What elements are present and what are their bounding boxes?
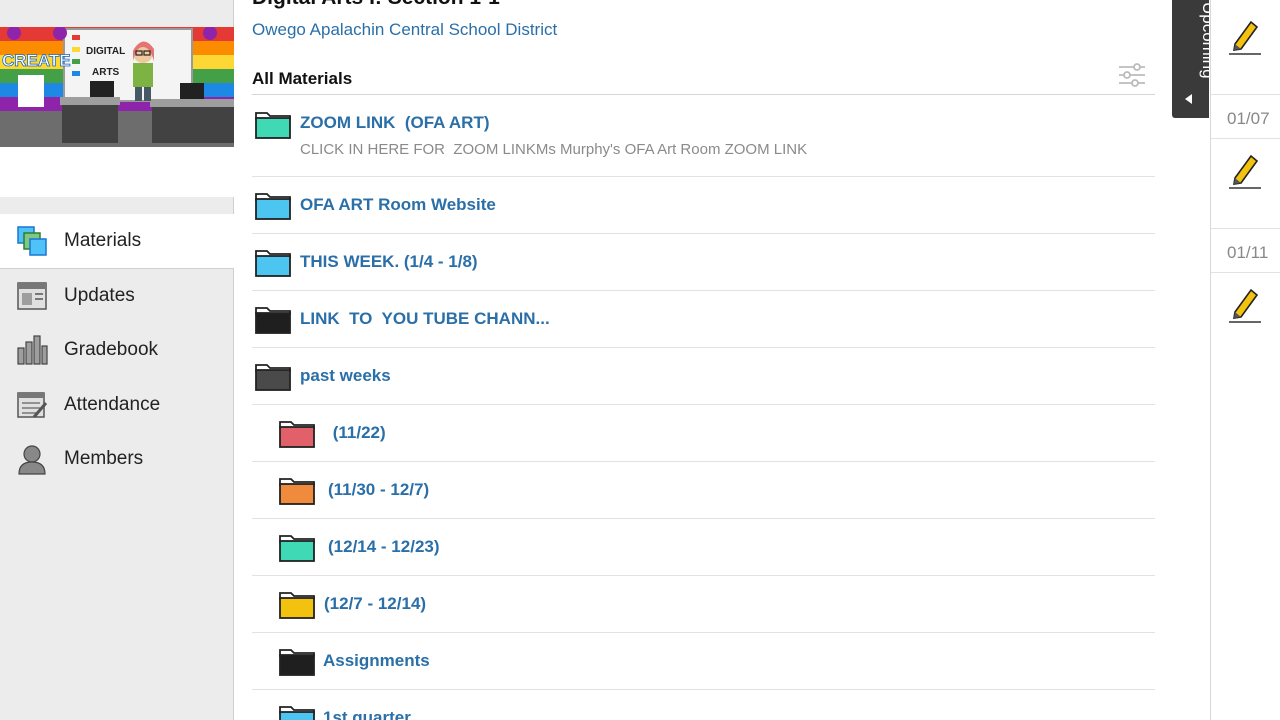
gradebook-icon: [16, 334, 48, 366]
materials-header: All Materials: [252, 63, 1155, 95]
sidebar-item-label: Materials: [64, 229, 142, 251]
upcoming-panel: 01/07 01/11: [1210, 0, 1280, 720]
sidebar-item-label: Members: [64, 448, 144, 470]
upcoming-date: 01/07: [1227, 109, 1270, 128]
material-title[interactable]: past weeks: [300, 366, 391, 386]
materials-list: ZOOM LINK (OFA ART) CLICK IN HERE FOR ZOO…: [252, 95, 1155, 720]
material-item[interactable]: past weeks: [252, 348, 1155, 405]
material-description: CLICK IN HERE FOR ZOOM LINKMs Murphy's O…: [300, 141, 808, 158]
folder-icon: [279, 535, 315, 562]
material-item[interactable]: Assignments: [252, 633, 1155, 690]
sidebar-item-members[interactable]: Members: [0, 432, 234, 487]
material-title[interactable]: 1st quarter: [323, 708, 411, 720]
members-icon: [16, 443, 48, 475]
sidebar-item-label: Attendance: [64, 393, 161, 415]
course-banner-image: CREATE DIGITAL ARTS: [0, 27, 234, 147]
sidebar-item-updates[interactable]: Updates: [0, 269, 234, 324]
divider: [1211, 138, 1280, 139]
banner-spacer: [0, 147, 234, 197]
upcoming-toggle-tab[interactable]: Upcoming: [1172, 0, 1218, 118]
sidebar-item-label: Updates: [64, 284, 135, 306]
material-title[interactable]: (12/14 - 12/23): [328, 537, 440, 557]
banner-arts-text: ARTS: [92, 67, 120, 78]
material-item[interactable]: ZOOM LINK (OFA ART) CLICK IN HERE FOR ZOO…: [252, 95, 1155, 177]
assignment-pencil-icon[interactable]: [1225, 150, 1265, 190]
assignment-pencil-icon[interactable]: [1225, 16, 1265, 56]
main-content: Digital Arts I: Section 1-1 Owego Apalac…: [252, 0, 1155, 720]
updates-icon: [16, 280, 48, 312]
folder-icon: [279, 649, 315, 676]
sidebar-item-gradebook[interactable]: Gradebook: [0, 323, 234, 378]
sidebar-item-label: Gradebook: [64, 339, 159, 361]
divider: [1211, 272, 1280, 273]
folder-icon: [255, 307, 291, 334]
folder-icon: [279, 592, 315, 619]
material-title[interactable]: (12/7 - 12/14): [324, 594, 426, 614]
folder-icon: [255, 364, 291, 391]
school-link[interactable]: Owego Apalachin Central School District: [252, 20, 557, 40]
material-item[interactable]: LINK TO YOU TUBE CHANN...: [252, 291, 1155, 348]
material-item[interactable]: OFA ART Room Website: [252, 177, 1155, 234]
material-title[interactable]: LINK TO YOU TUBE CHANN...: [300, 309, 550, 329]
folder-icon: [255, 112, 291, 139]
sidebar-item-attendance[interactable]: Attendance: [0, 378, 234, 433]
materials-section-title: All Materials: [252, 69, 353, 88]
material-item[interactable]: (12/7 - 12/14): [252, 576, 1155, 633]
chevron-left-icon: [1185, 94, 1192, 104]
material-title[interactable]: OFA ART Room Website: [300, 195, 496, 215]
assignment-pencil-icon[interactable]: [1225, 284, 1265, 324]
filter-sliders-icon: [1119, 63, 1145, 87]
course-nav: Materials Updates Gradebook Attendance M…: [0, 214, 234, 487]
folder-icon: [279, 421, 315, 448]
divider: [1211, 228, 1280, 229]
sidebar: CREATE DIGITAL ARTS Materials Updates Gr…: [0, 0, 234, 720]
folder-icon: [255, 250, 291, 277]
folder-icon: [279, 478, 315, 505]
material-item[interactable]: (12/14 - 12/23): [252, 519, 1155, 576]
sidebar-item-materials[interactable]: Materials: [0, 214, 234, 269]
upcoming-date: 01/11: [1227, 243, 1269, 262]
material-title[interactable]: (11/30 - 12/7): [328, 480, 429, 500]
material-item[interactable]: (11/22): [252, 405, 1155, 462]
material-title[interactable]: Assignments: [323, 651, 430, 671]
material-item[interactable]: THIS WEEK. (1/4 - 1/8): [252, 234, 1155, 291]
attendance-icon: [16, 389, 48, 421]
folder-icon: [279, 706, 315, 720]
filter-button[interactable]: [1117, 60, 1147, 90]
material-item[interactable]: 1st quarter: [252, 690, 1155, 720]
folder-icon: [255, 193, 291, 220]
page-title: Digital Arts I: Section 1-1: [252, 0, 500, 10]
banner-digital-text: DIGITAL: [86, 46, 125, 57]
divider: [1211, 94, 1280, 95]
material-title[interactable]: THIS WEEK. (1/4 - 1/8): [300, 252, 478, 272]
material-title[interactable]: (11/22): [328, 423, 386, 443]
material-item[interactable]: (11/30 - 12/7): [252, 462, 1155, 519]
materials-icon: [16, 225, 48, 257]
banner-create-text: CREATE: [2, 51, 71, 70]
material-title[interactable]: ZOOM LINK (OFA ART): [300, 113, 490, 133]
